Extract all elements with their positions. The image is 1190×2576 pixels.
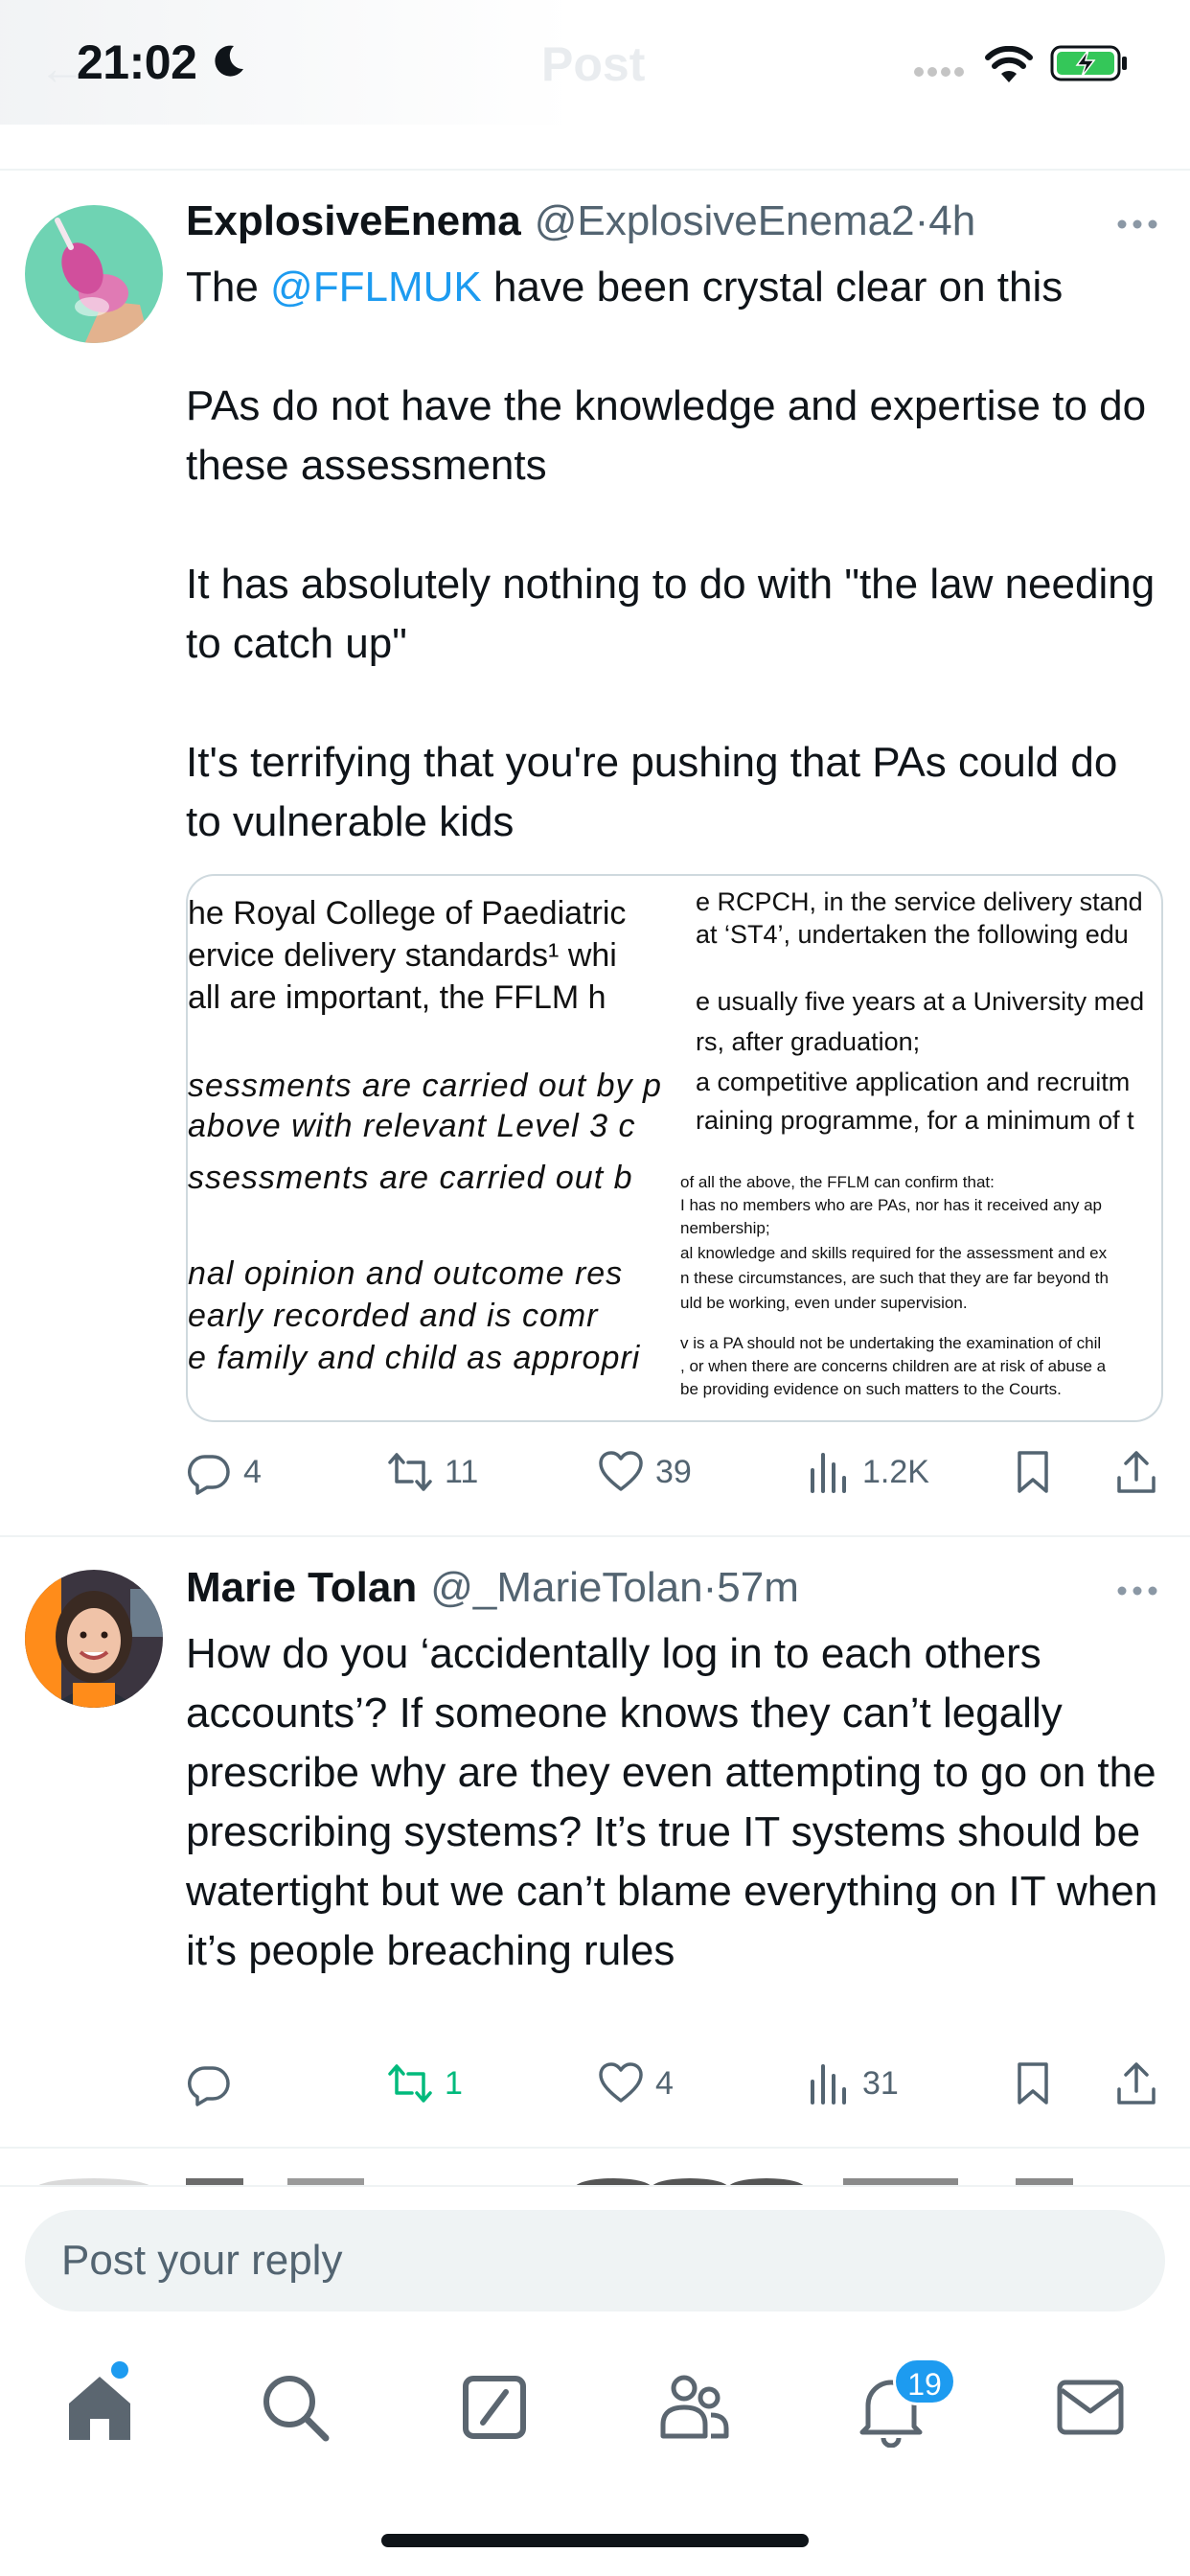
compose-icon	[463, 2376, 526, 2439]
reply-placeholder: Post your reply	[61, 2237, 343, 2284]
home-indicator[interactable]	[381, 2534, 809, 2547]
like-icon	[599, 2062, 643, 2103]
reply-bar-border	[0, 2185, 1190, 2187]
communities-icon	[660, 2375, 729, 2439]
tweet-marietolan[interactable]: Marie Tolan @_MarieTolan · 57m How do yo…	[0, 0, 1190, 2147]
reply-icon	[188, 2066, 230, 2106]
next-tweet-peek	[0, 2174, 1190, 2185]
like-button[interactable]: 4	[598, 2055, 674, 2112]
bookmark-icon	[1018, 2062, 1048, 2104]
tab-home[interactable]	[59, 2367, 140, 2448]
tweet-time: 57m	[717, 1564, 799, 1611]
repost-icon	[388, 2064, 432, 2103]
views-button[interactable]: 31	[805, 2055, 899, 2112]
repost-button[interactable]: 1	[387, 2055, 463, 2112]
notifications-badge: 19	[893, 2358, 956, 2405]
search-icon	[263, 2376, 330, 2442]
tweet-divider	[0, 2147, 1190, 2149]
share-icon	[1117, 2062, 1156, 2104]
like-count: 4	[655, 2064, 674, 2102]
tweet-header: Marie Tolan @_MarieTolan · 57m	[186, 1564, 799, 1618]
bookmark-button[interactable]	[1010, 2055, 1067, 2112]
home-icon	[69, 2377, 130, 2440]
tab-compose[interactable]	[454, 2367, 535, 2448]
tab-communities[interactable]	[653, 2367, 734, 2448]
author-name[interactable]: Marie Tolan	[186, 1564, 417, 1612]
author-handle[interactable]: @_MarieTolan	[430, 1564, 702, 1612]
home-unread-dot	[111, 2361, 128, 2379]
tab-messages[interactable]	[1050, 2367, 1131, 2448]
avatar[interactable]	[25, 1570, 163, 1708]
views-icon	[811, 2064, 846, 2104]
messages-icon	[1057, 2380, 1124, 2435]
reply-input[interactable]: Post your reply	[25, 2210, 1165, 2312]
repost-count: 1	[445, 2064, 463, 2102]
reply-button[interactable]	[186, 2055, 243, 2112]
meta-separator: ·	[702, 1564, 718, 1611]
views-count: 31	[862, 2064, 899, 2102]
more-icon[interactable]	[1116, 1585, 1158, 1597]
share-button[interactable]	[1113, 2055, 1171, 2112]
tab-search[interactable]	[255, 2367, 335, 2448]
tweet-text: How do you ‘accidentally log in to each …	[186, 1630, 1158, 1974]
tweet-actions: 1 4 31	[186, 2055, 1173, 2112]
